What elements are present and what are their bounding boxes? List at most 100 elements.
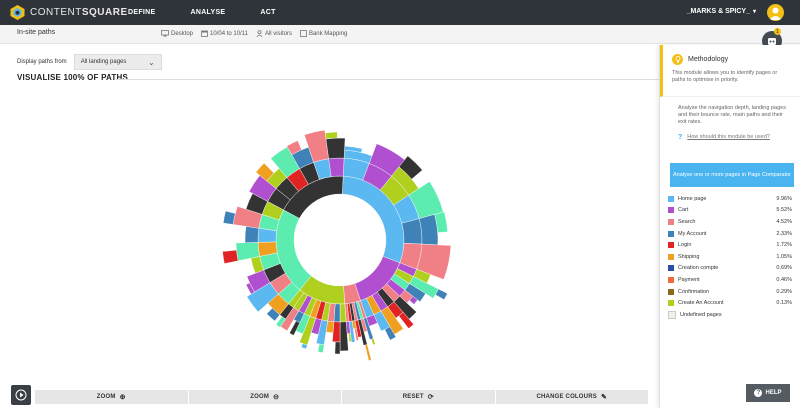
change-colours-button[interactable]: CHANGE COLOURS ✎ xyxy=(495,390,649,404)
avatar[interactable] xyxy=(767,4,784,21)
filter-segment-label: All visitors xyxy=(264,30,292,37)
methodology-body: Analyse the navigation depth, landing pa… xyxy=(660,97,800,141)
chevron-down-icon: ⌄ xyxy=(147,57,155,67)
logo-text-light: CONTENT xyxy=(30,7,82,18)
pencil-icon: ✎ xyxy=(600,394,608,401)
sunburst-segment[interactable] xyxy=(364,344,372,361)
display-controls: Display paths from All landing pages ⌄ xyxy=(17,54,162,70)
legend-name: Undefined pages xyxy=(680,311,722,318)
legend-item[interactable]: Shipping 1.05% xyxy=(668,251,792,263)
chevron-down-icon: ▾ xyxy=(752,9,756,15)
methodology-text: Analyse the navigation depth, landing pa… xyxy=(678,105,786,125)
help-link[interactable]: ? How should this module be used? xyxy=(678,134,791,141)
page-comparator-button[interactable]: Analyse one or more pages in Page Compar… xyxy=(670,163,794,187)
account-menu[interactable]: _MARKS & SPICY_ ▾ xyxy=(687,8,756,15)
legend-name: Search xyxy=(678,218,696,225)
legend-name: Creation compte xyxy=(678,265,719,272)
legend-value: 0.46% xyxy=(776,276,792,283)
methodology-panel: Methodology This module allows you to id… xyxy=(659,45,800,408)
landing-pages-select[interactable]: All landing pages ⌄ xyxy=(73,54,162,70)
legend-swatch xyxy=(668,218,674,225)
legend-item[interactable]: Payment 0.46% xyxy=(668,274,792,286)
question-icon: ? xyxy=(678,134,683,141)
legend-item[interactable]: Login 1.72% xyxy=(668,239,792,251)
change-colours-label: CHANGE COLOURS xyxy=(536,394,597,400)
filter-date[interactable]: 10/04 to 10/11 xyxy=(201,30,248,37)
paths-sunburst-chart[interactable] xyxy=(190,130,490,370)
legend-item[interactable]: Cart 5.52% xyxy=(668,205,792,217)
sunburst-segment[interactable] xyxy=(334,341,341,355)
legend-value: 9.96% xyxy=(776,195,792,202)
legend-item[interactable]: Search 4.52% xyxy=(668,216,792,228)
reset-button[interactable]: RESET ⟳ xyxy=(342,390,496,404)
legend-name: Login xyxy=(678,242,692,249)
user-icon xyxy=(256,30,263,37)
sunburst-segment[interactable] xyxy=(317,343,325,353)
legend-item[interactable]: Confirmation 0.29% xyxy=(668,286,792,298)
sunburst-segment[interactable] xyxy=(222,210,236,225)
legend-name: Confirmation xyxy=(678,288,710,295)
filter-segment[interactable]: All visitors xyxy=(256,30,292,37)
legend-item[interactable]: Create An Account 0.13% xyxy=(668,297,792,309)
legend-name: My Account xyxy=(678,230,707,237)
filter-date-label: 10/04 to 10/11 xyxy=(210,30,248,37)
legend-name: Create An Account xyxy=(678,300,724,307)
lightbulb-icon xyxy=(672,54,683,65)
sunburst-segment[interactable] xyxy=(325,137,346,160)
reset-icon: ⟳ xyxy=(427,394,434,401)
sunburst-segment[interactable] xyxy=(324,131,338,140)
zoom-out-button[interactable]: ZOOM ⊖ xyxy=(188,390,342,404)
legend-item[interactable]: My Account 2.33% xyxy=(668,228,792,240)
filter-device[interactable]: Desktop xyxy=(161,30,193,37)
sunburst-segment[interactable] xyxy=(371,338,376,346)
methodology-intro: This module allows you to identify pages… xyxy=(672,70,778,83)
legend-item[interactable]: Home page 9.96% xyxy=(668,193,792,205)
section-title: VISUALISE 100% OF PATHS xyxy=(17,73,128,82)
play-icon xyxy=(15,389,27,401)
sunburst-segment[interactable] xyxy=(401,218,423,245)
legend-swatch xyxy=(668,242,674,249)
desktop-icon xyxy=(161,30,169,37)
sunburst-segment[interactable] xyxy=(418,214,439,246)
legend-swatch xyxy=(668,253,674,260)
zoom-out-label: ZOOM xyxy=(250,394,270,400)
page-icon xyxy=(300,30,307,37)
help-icon: ? xyxy=(754,389,763,397)
legend-item[interactable]: Creation compte 0.69% xyxy=(668,263,792,275)
filter-device-label: Desktop xyxy=(171,30,194,37)
zoom-in-button[interactable]: ZOOM ⊕ xyxy=(35,390,189,404)
legend-swatch xyxy=(668,310,676,319)
section-divider xyxy=(116,79,664,80)
page-title: In-site paths xyxy=(17,29,56,36)
zoom-in-icon: ⊕ xyxy=(119,394,126,401)
landing-pages-select-value: All landing pages xyxy=(80,59,127,65)
legend-swatch xyxy=(668,195,674,202)
legend-name: Payment xyxy=(678,276,700,283)
main-nav: DEFINE ANALYSE ACT xyxy=(128,9,311,16)
logo[interactable]: CONTENTSQUARE xyxy=(10,5,127,20)
logo-mark-icon xyxy=(10,5,25,20)
filter-mapping[interactable]: Bank Mapping xyxy=(300,30,347,37)
sunburst-rings[interactable] xyxy=(222,130,452,361)
sunburst-segment[interactable] xyxy=(244,226,260,243)
play-button[interactable] xyxy=(11,385,31,405)
nav-act[interactable]: ACT xyxy=(260,9,275,16)
legend-value: 2.33% xyxy=(776,230,792,237)
notification-badge: 1 xyxy=(774,28,781,35)
legend-value: 0.69% xyxy=(776,265,792,272)
help-button[interactable]: ? HELP xyxy=(746,384,790,402)
logo-text: CONTENTSQUARE xyxy=(30,7,128,18)
legend-swatch xyxy=(668,265,674,272)
nav-define[interactable]: DEFINE xyxy=(128,9,155,16)
reset-label: RESET xyxy=(402,394,424,400)
sunburst-segment[interactable] xyxy=(328,157,345,177)
sunburst-segment[interactable] xyxy=(222,249,239,264)
legend-value: 1.05% xyxy=(776,253,792,260)
nav-analyse[interactable]: ANALYSE xyxy=(190,9,225,16)
legend-item[interactable]: Undefined pages xyxy=(668,309,792,321)
legend-name: Shipping xyxy=(678,253,700,260)
legend-name: Cart xyxy=(678,207,689,214)
legend-swatch xyxy=(668,276,674,283)
help-button-label: HELP xyxy=(765,390,782,396)
top-navigation-bar: CONTENTSQUARE DEFINE ANALYSE ACT _MARKS … xyxy=(0,0,800,25)
